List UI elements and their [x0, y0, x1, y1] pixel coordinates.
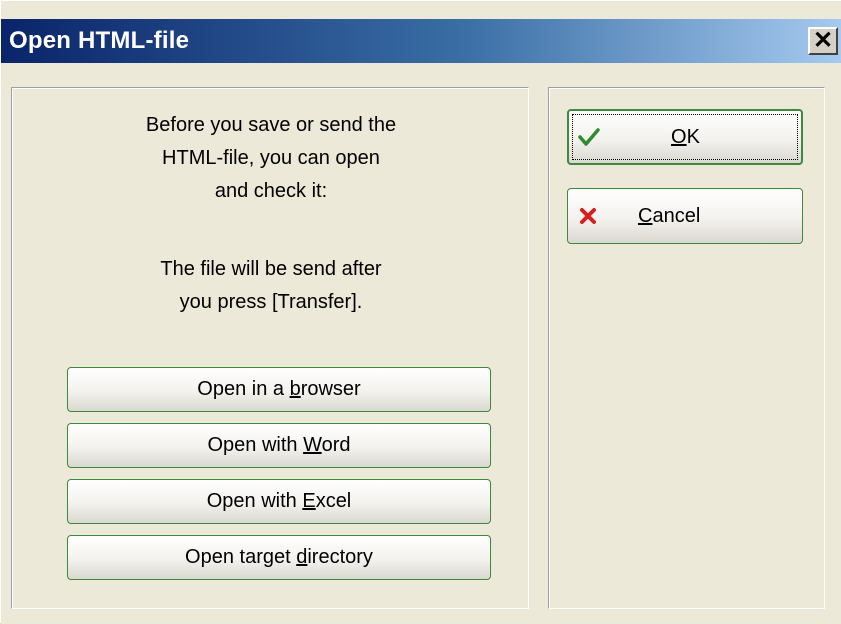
open-with-word-button[interactable]: Open with Word — [67, 423, 491, 468]
open-in-browser-button[interactable]: Open in a browser — [67, 367, 491, 412]
open-html-file-dialog: Open HTML-file ✕ Before you save or send… — [0, 0, 841, 624]
close-icon: ✕ — [812, 27, 834, 54]
cross-icon — [576, 204, 600, 228]
checkmark-icon — [577, 125, 601, 149]
cancel-button[interactable]: Cancel — [567, 188, 803, 244]
window-title: Open HTML-file — [9, 27, 190, 54]
close-button[interactable]: ✕ — [808, 27, 838, 55]
ok-button[interactable]: OK — [567, 109, 803, 165]
button-label: Open target directory — [185, 546, 373, 568]
title-bar[interactable]: Open HTML-file ✕ — [1, 19, 841, 63]
open-target-directory-button[interactable]: Open target directory — [67, 535, 491, 580]
info-text-line: HTML-file, you can open — [162, 147, 380, 169]
transfer-note-line: you press [Transfer]. — [179, 291, 363, 313]
button-label: Open with Word — [207, 434, 351, 456]
button-label: OK — [671, 125, 700, 148]
actions-panel — [548, 87, 825, 609]
button-label: Cancel — [638, 204, 701, 227]
transfer-note-line: The file will be send after — [160, 258, 382, 280]
button-label: Open in a browser — [197, 378, 361, 400]
info-text-line: Before you save or send the — [145, 114, 397, 136]
button-label: Open with Excel — [206, 490, 352, 512]
open-with-excel-button[interactable]: Open with Excel — [67, 479, 491, 524]
info-text-line: and check it: — [214, 180, 328, 202]
